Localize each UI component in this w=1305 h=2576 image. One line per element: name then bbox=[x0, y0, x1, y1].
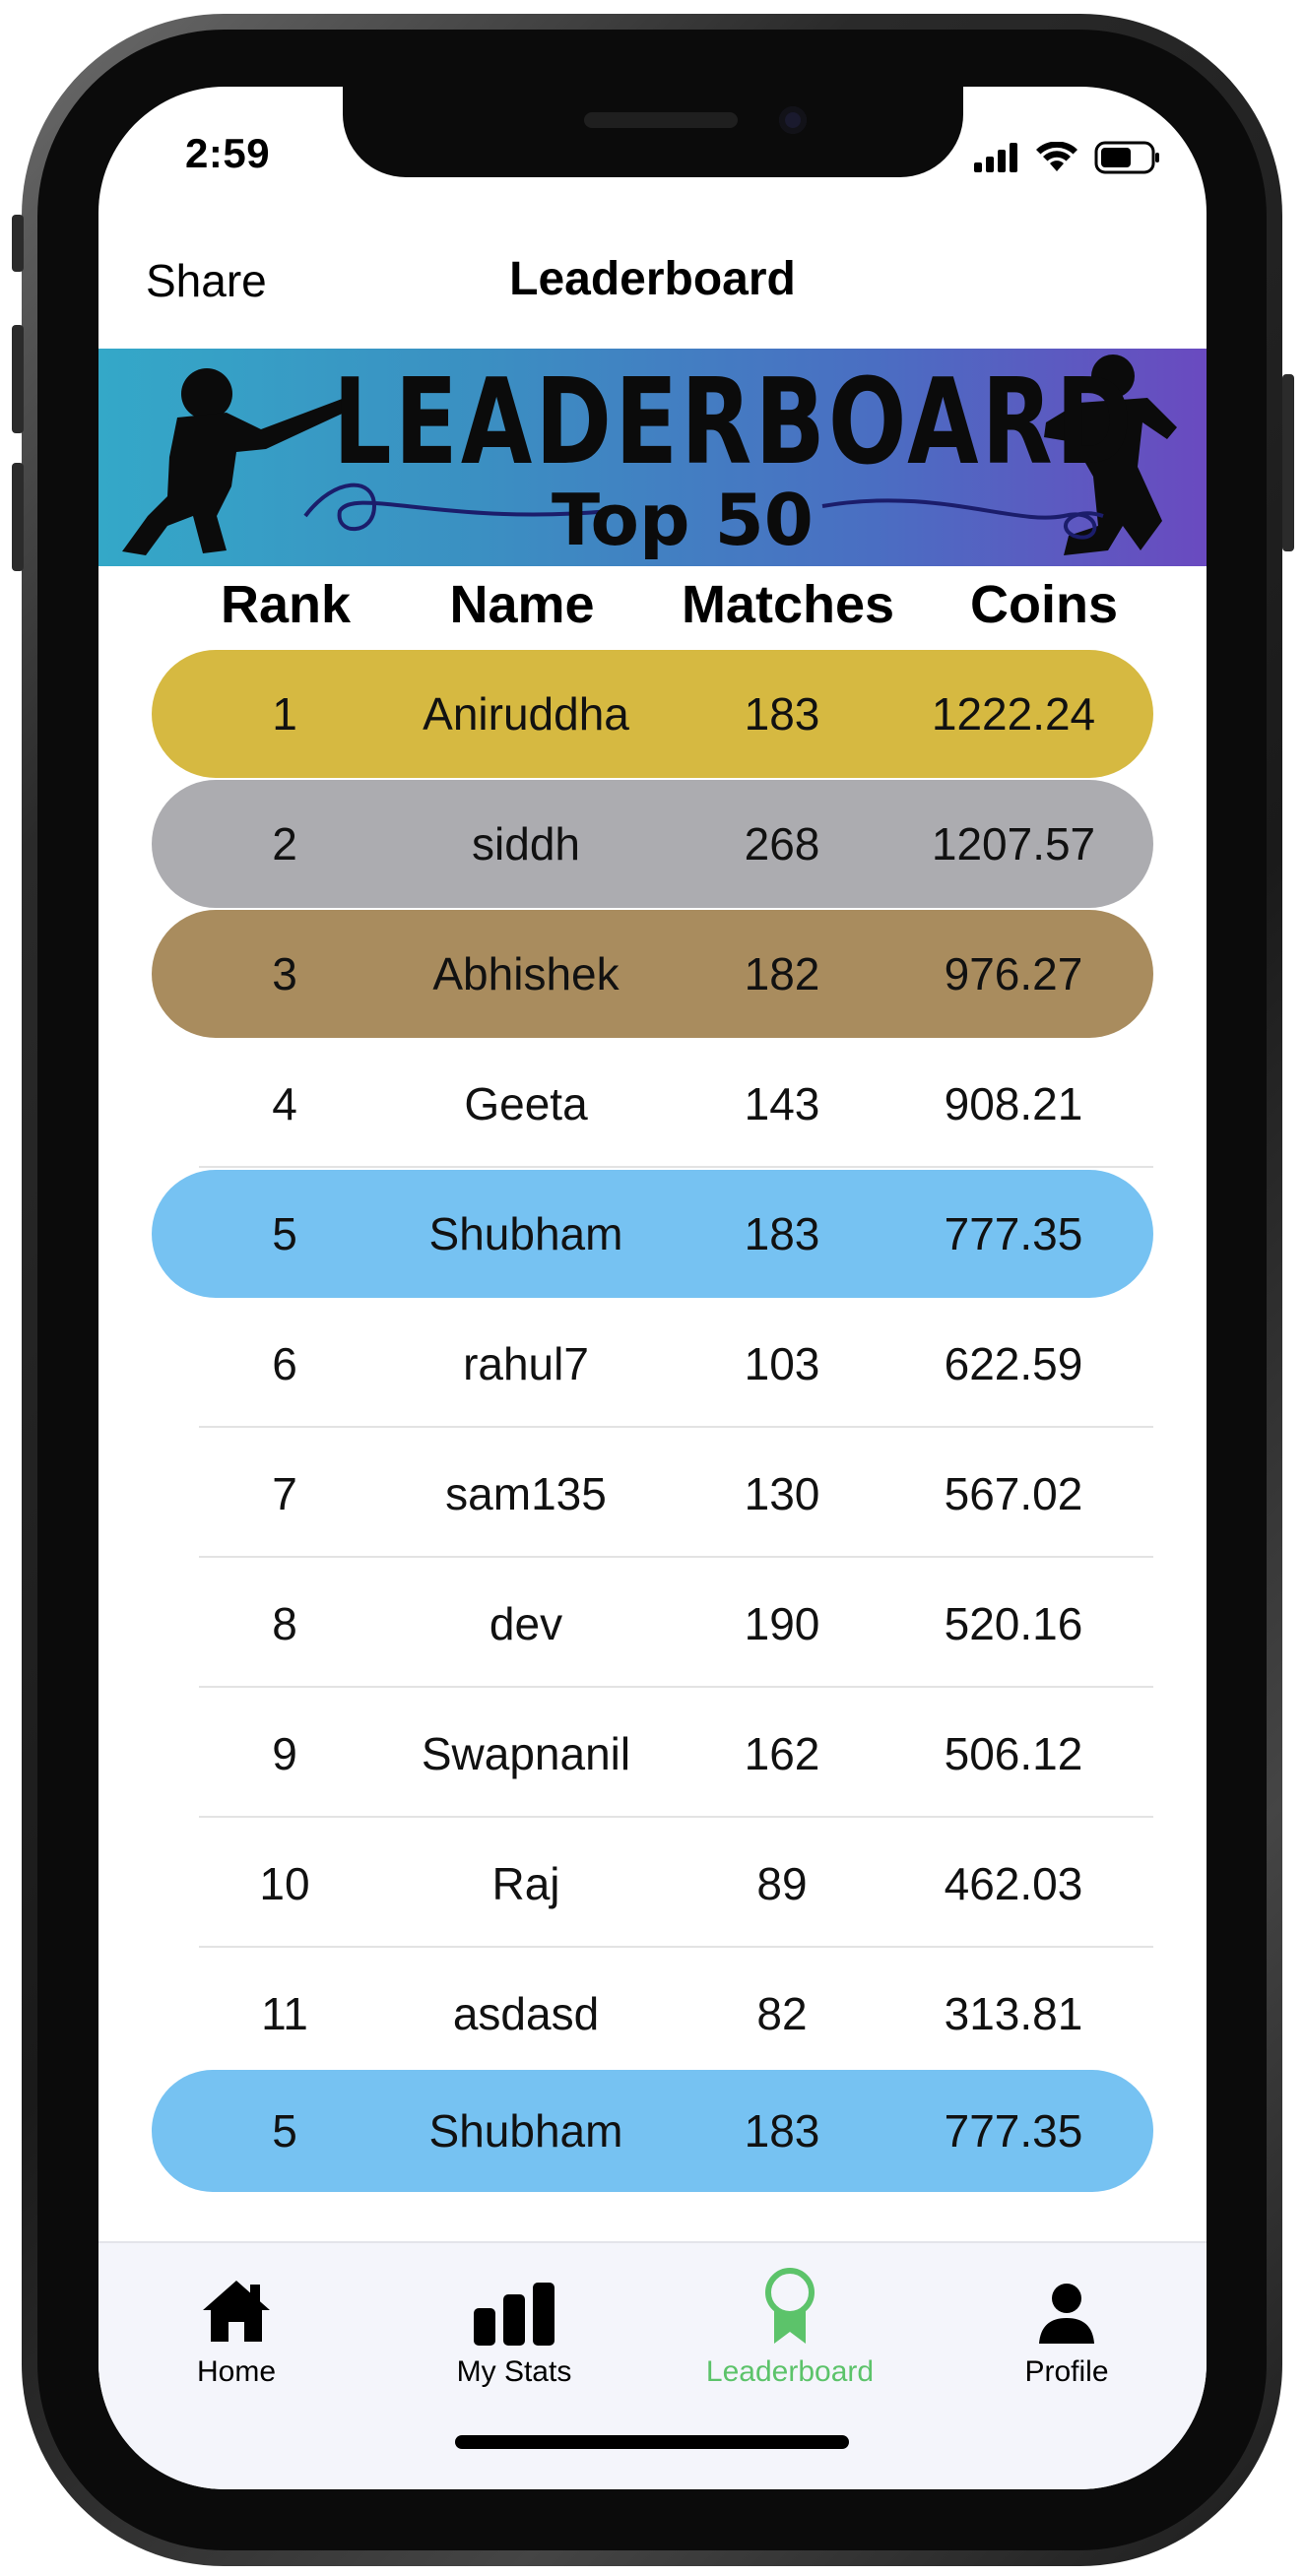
header-name: Name bbox=[449, 575, 595, 634]
battery-icon bbox=[1094, 141, 1159, 174]
row-name: Shubham bbox=[428, 1208, 623, 1259]
tab-my-stats-label: My Stats bbox=[456, 2355, 572, 2388]
row-matches: 162 bbox=[744, 1728, 820, 1779]
leaderboard-banner: LEADERBOARD Top 50 bbox=[98, 349, 1207, 566]
table-row[interactable]: 4 Geeta 143 908.21 bbox=[152, 1040, 1153, 1168]
row-matches: 103 bbox=[744, 1338, 820, 1389]
row-matches: 182 bbox=[744, 948, 820, 999]
row-name: Aniruddha bbox=[423, 688, 629, 740]
row-matches: 130 bbox=[744, 1468, 820, 1519]
table-row[interactable]: 5 Shubham 183 777.35 bbox=[152, 1170, 1153, 1298]
tab-leaderboard[interactable]: Leaderboard bbox=[662, 2267, 918, 2405]
status-icons bbox=[974, 138, 1161, 177]
row-coins: 622.59 bbox=[944, 1338, 1083, 1389]
row-name: Swapnanil bbox=[421, 1728, 631, 1779]
bar-chart-icon bbox=[474, 2283, 555, 2346]
wifi-icon bbox=[1036, 142, 1077, 171]
current-user-rank: 5 bbox=[272, 2105, 297, 2157]
cellular-signal-icon bbox=[974, 143, 1017, 172]
current-user-row[interactable]: 5 Shubham 183 777.35 bbox=[152, 2070, 1153, 2192]
row-name: rahul7 bbox=[463, 1338, 589, 1389]
table-row[interactable]: 3 Abhishek 182 976.27 bbox=[152, 910, 1153, 1038]
speaker-grille bbox=[584, 112, 738, 128]
row-name: dev bbox=[489, 1598, 563, 1649]
power-button bbox=[1282, 374, 1294, 551]
notch bbox=[343, 87, 963, 177]
row-rank: 10 bbox=[259, 1858, 310, 1909]
row-name: Abhishek bbox=[432, 948, 620, 999]
table-row[interactable]: 6 rahul7 103 622.59 bbox=[152, 1300, 1153, 1428]
table-row[interactable]: 9 Swapnanil 162 506.12 bbox=[152, 1690, 1153, 1818]
header-rank: Rank bbox=[220, 575, 352, 634]
row-rank: 2 bbox=[272, 818, 297, 869]
row-coins: 567.02 bbox=[944, 1468, 1083, 1519]
mute-switch bbox=[12, 215, 24, 272]
row-coins: 777.35 bbox=[944, 1208, 1083, 1259]
row-coins: 1222.24 bbox=[931, 688, 1096, 740]
page-title: Leaderboard bbox=[509, 253, 796, 305]
table-row[interactable]: 1 Aniruddha 183 1222.24 bbox=[152, 650, 1153, 778]
row-rank: 3 bbox=[272, 948, 297, 999]
row-name: sam135 bbox=[445, 1468, 607, 1519]
row-rank: 9 bbox=[272, 1728, 297, 1779]
row-matches: 143 bbox=[744, 1078, 820, 1129]
row-name: asdasd bbox=[452, 1988, 600, 2039]
tab-bar: Home My Stats Leaderboard Profile bbox=[98, 2241, 1207, 2489]
app-screen: 2:59 Share Leaderboard LEADERBOARD Top 5… bbox=[98, 87, 1207, 2489]
person-icon bbox=[1039, 2284, 1094, 2344]
row-matches: 82 bbox=[756, 1988, 808, 2039]
award-icon bbox=[765, 2268, 815, 2344]
current-user-name: Shubham bbox=[428, 2105, 623, 2157]
row-matches: 183 bbox=[744, 688, 820, 740]
home-indicator[interactable] bbox=[455, 2435, 849, 2449]
tab-leaderboard-label: Leaderboard bbox=[705, 2355, 875, 2388]
current-user-coins: 777.35 bbox=[944, 2105, 1083, 2157]
banner-subtitle: Top 50 bbox=[552, 479, 814, 561]
current-user-matches: 183 bbox=[744, 2105, 820, 2157]
header-coins: Coins bbox=[969, 575, 1118, 634]
row-coins: 313.81 bbox=[944, 1988, 1083, 2039]
status-time: 2:59 bbox=[185, 130, 271, 176]
header-matches: Matches bbox=[681, 575, 895, 634]
banner-title: LEADERBOARD bbox=[333, 354, 1136, 491]
row-coins: 1207.57 bbox=[931, 818, 1096, 869]
row-rank: 6 bbox=[272, 1338, 297, 1389]
row-name: siddh bbox=[472, 818, 580, 869]
table-row[interactable]: 10 Raj 89 462.03 bbox=[152, 1820, 1153, 1948]
row-name: Raj bbox=[491, 1858, 560, 1909]
tab-home-label: Home bbox=[196, 2355, 277, 2388]
tab-home[interactable]: Home bbox=[108, 2267, 364, 2405]
volume-down-button bbox=[12, 463, 24, 571]
tab-profile-label: Profile bbox=[1024, 2355, 1109, 2388]
table-row[interactable]: 7 sam135 130 567.02 bbox=[152, 1430, 1153, 1558]
row-rank: 4 bbox=[272, 1078, 297, 1129]
row-coins: 462.03 bbox=[944, 1858, 1083, 1909]
tab-my-stats[interactable]: My Stats bbox=[386, 2267, 642, 2405]
row-rank: 5 bbox=[272, 1208, 297, 1259]
row-rank: 11 bbox=[261, 1988, 308, 2039]
row-matches: 183 bbox=[744, 1208, 820, 1259]
table-row[interactable]: 8 dev 190 520.16 bbox=[152, 1560, 1153, 1688]
row-matches: 190 bbox=[744, 1598, 820, 1649]
row-rank: 1 bbox=[272, 688, 297, 740]
front-camera bbox=[779, 106, 807, 134]
row-matches: 268 bbox=[744, 818, 820, 869]
row-coins: 506.12 bbox=[944, 1728, 1083, 1779]
row-coins: 976.27 bbox=[944, 948, 1083, 999]
row-name: Geeta bbox=[464, 1078, 588, 1129]
volume-up-button bbox=[12, 325, 24, 433]
row-rank: 8 bbox=[272, 1598, 297, 1649]
row-coins: 520.16 bbox=[944, 1598, 1083, 1649]
tab-profile[interactable]: Profile bbox=[939, 2267, 1195, 2405]
row-coins: 908.21 bbox=[944, 1078, 1083, 1129]
row-rank: 7 bbox=[272, 1468, 297, 1519]
row-matches: 89 bbox=[756, 1858, 808, 1909]
home-icon bbox=[203, 2281, 270, 2342]
table-header: Rank Name Matches Coins bbox=[98, 574, 1207, 643]
table-row[interactable]: 2 siddh 268 1207.57 bbox=[152, 780, 1153, 908]
table-row[interactable]: 11 asdasd 82 313.81 bbox=[152, 1950, 1153, 2078]
